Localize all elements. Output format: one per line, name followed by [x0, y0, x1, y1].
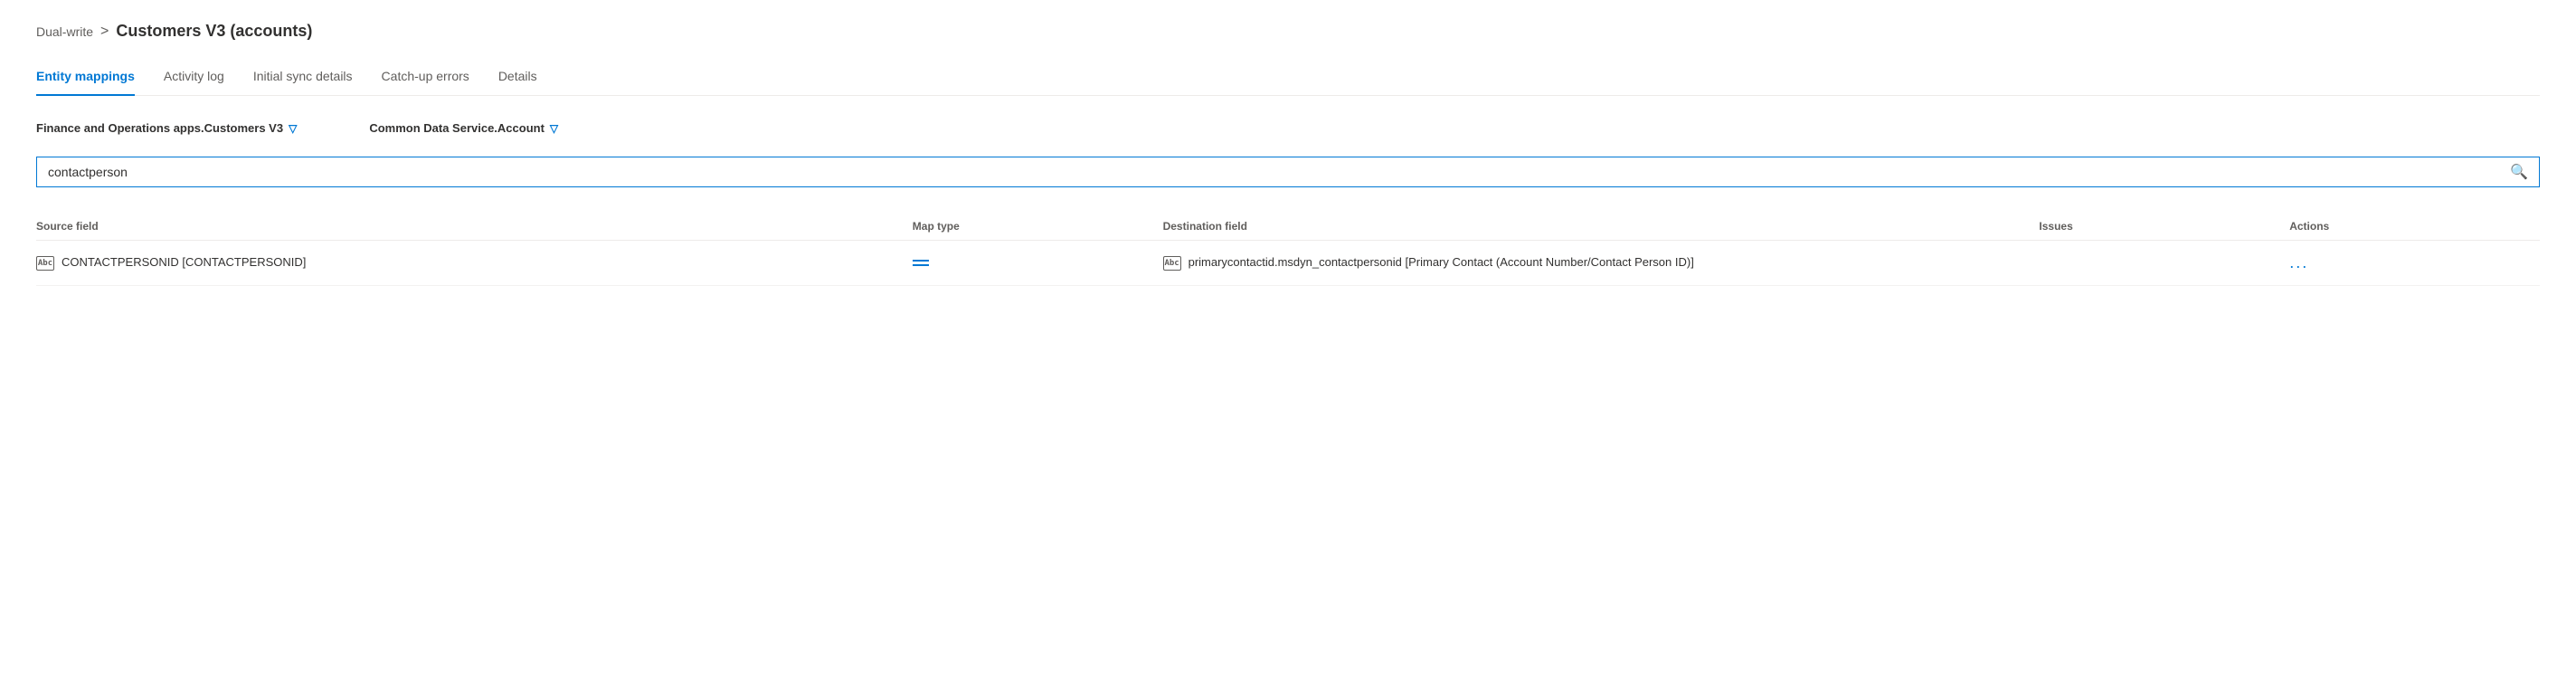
destination-field-cell: Abc primarycontactid.msdyn_contactperson…	[1163, 241, 2040, 286]
search-container: 🔍	[36, 157, 2540, 187]
filter-left-icon[interactable]: ▽	[289, 122, 297, 135]
source-field-value: CONTACTPERSONID [CONTACTPERSONID]	[62, 255, 306, 269]
tab-details[interactable]: Details	[498, 60, 537, 96]
filter-row: Finance and Operations apps.Customers V3…	[36, 121, 2540, 135]
tab-initial-sync-details[interactable]: Initial sync details	[253, 60, 353, 96]
breadcrumb-parent[interactable]: Dual-write	[36, 24, 93, 39]
map-line-2	[913, 264, 929, 266]
col-actions: Actions	[2289, 213, 2540, 241]
map-type-icon	[913, 260, 1152, 266]
tabs-bar: Entity mappings Activity log Initial syn…	[36, 59, 2540, 96]
map-type-cell	[913, 241, 1163, 286]
actions-cell[interactable]: ...	[2289, 241, 2540, 286]
tab-entity-mappings[interactable]: Entity mappings	[36, 60, 135, 96]
col-issues: Issues	[2039, 213, 2289, 241]
tab-catch-up-errors[interactable]: Catch-up errors	[382, 60, 469, 96]
filter-right-icon[interactable]: ▽	[550, 122, 558, 135]
col-map-type: Map type	[913, 213, 1163, 241]
entity-mappings-table: Source field Map type Destination field …	[36, 213, 2540, 286]
breadcrumb-current: Customers V3 (accounts)	[116, 22, 312, 41]
breadcrumb: Dual-write > Customers V3 (accounts)	[36, 22, 2540, 41]
source-field-type-icon: Abc	[36, 256, 54, 271]
source-field-cell: Abc CONTACTPERSONID [CONTACTPERSONID]	[36, 241, 913, 286]
breadcrumb-separator: >	[100, 24, 109, 40]
search-input[interactable]	[48, 165, 2510, 179]
table-row: Abc CONTACTPERSONID [CONTACTPERSONID] Ab…	[36, 241, 2540, 286]
search-icon[interactable]: 🔍	[2510, 163, 2528, 181]
table-header-row: Source field Map type Destination field …	[36, 213, 2540, 241]
map-line-1	[913, 260, 929, 262]
dest-field-type-icon: Abc	[1163, 256, 1181, 271]
destination-field-value: primarycontactid.msdyn_contactpersonid […	[1189, 255, 1694, 269]
col-source-field: Source field	[36, 213, 913, 241]
filter-left: Finance and Operations apps.Customers V3…	[36, 121, 297, 135]
issues-cell	[2039, 241, 2289, 286]
col-destination-field: Destination field	[1163, 213, 2040, 241]
filter-right: Common Data Service.Account ▽	[369, 121, 558, 135]
tab-activity-log[interactable]: Activity log	[164, 60, 224, 96]
actions-menu-button[interactable]: ...	[2289, 253, 2308, 271]
